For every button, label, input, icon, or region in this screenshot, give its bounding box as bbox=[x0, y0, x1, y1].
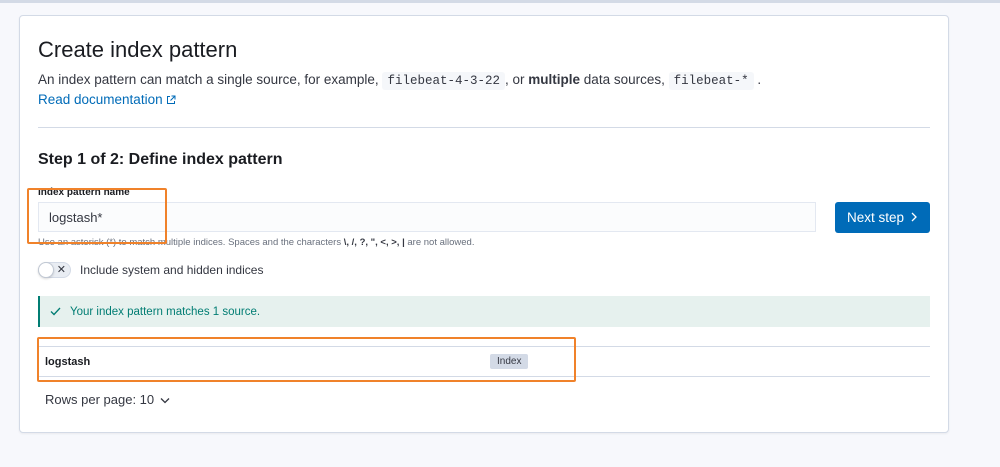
rows-per-page-label: Rows per page: 10 bbox=[45, 392, 155, 407]
hidden-indices-toggle-row: ✕ Include system and hidden indices bbox=[38, 262, 263, 278]
chevron-down-icon bbox=[160, 392, 170, 407]
chevron-right-icon bbox=[910, 210, 918, 225]
include-hidden-indices-switch[interactable]: ✕ bbox=[38, 262, 71, 278]
check-icon bbox=[50, 307, 61, 316]
table-row: logstash Index bbox=[38, 347, 930, 377]
page-description: An index pattern can match a single sour… bbox=[38, 72, 762, 90]
match-success-callout: Your index pattern matches 1 source. bbox=[38, 296, 930, 327]
create-index-pattern-panel: Create index pattern An index pattern ca… bbox=[19, 15, 949, 433]
index-type-badge: Index bbox=[490, 354, 529, 369]
top-rule bbox=[0, 0, 1000, 3]
step-title: Step 1 of 2: Define index pattern bbox=[38, 151, 283, 168]
description-prefix: An index pattern can match a single sour… bbox=[38, 72, 379, 87]
read-documentation-label: Read documentation bbox=[38, 92, 163, 107]
index-pattern-name-input[interactable] bbox=[38, 202, 816, 232]
description-suffix: . bbox=[757, 72, 762, 87]
external-link-icon bbox=[166, 93, 176, 108]
index-pattern-name-label: Index pattern name bbox=[38, 187, 130, 198]
include-hidden-indices-label: Include system and hidden indices bbox=[80, 263, 264, 277]
help-prefix: Use an asterisk (*) to match multiple in… bbox=[38, 237, 342, 248]
page-title: Create index pattern bbox=[38, 37, 238, 62]
input-help-text: Use an asterisk (*) to match multiple in… bbox=[38, 237, 474, 248]
description-bold: multiple bbox=[528, 72, 581, 87]
rows-per-page-button[interactable]: Rows per page: 10 bbox=[45, 392, 170, 407]
example-single-source: filebeat-4-3-22 bbox=[382, 72, 505, 90]
read-documentation-link[interactable]: Read documentation bbox=[38, 92, 176, 108]
description-middle: , or bbox=[504, 72, 525, 87]
section-divider bbox=[38, 127, 930, 128]
close-icon: ✕ bbox=[56, 264, 66, 276]
index-name-cell: logstash bbox=[45, 355, 91, 368]
description-after-bold: data sources, bbox=[583, 72, 665, 87]
switch-knob bbox=[38, 262, 54, 278]
help-forbidden-chars: \, /, ?, ", <, >, | bbox=[343, 237, 405, 248]
next-step-button[interactable]: Next step bbox=[835, 202, 930, 233]
help-suffix: are not allowed. bbox=[407, 237, 475, 248]
example-multi-source: filebeat-* bbox=[668, 72, 754, 90]
callout-text: Your index pattern matches 1 source. bbox=[70, 305, 261, 318]
next-step-label: Next step bbox=[846, 210, 905, 225]
